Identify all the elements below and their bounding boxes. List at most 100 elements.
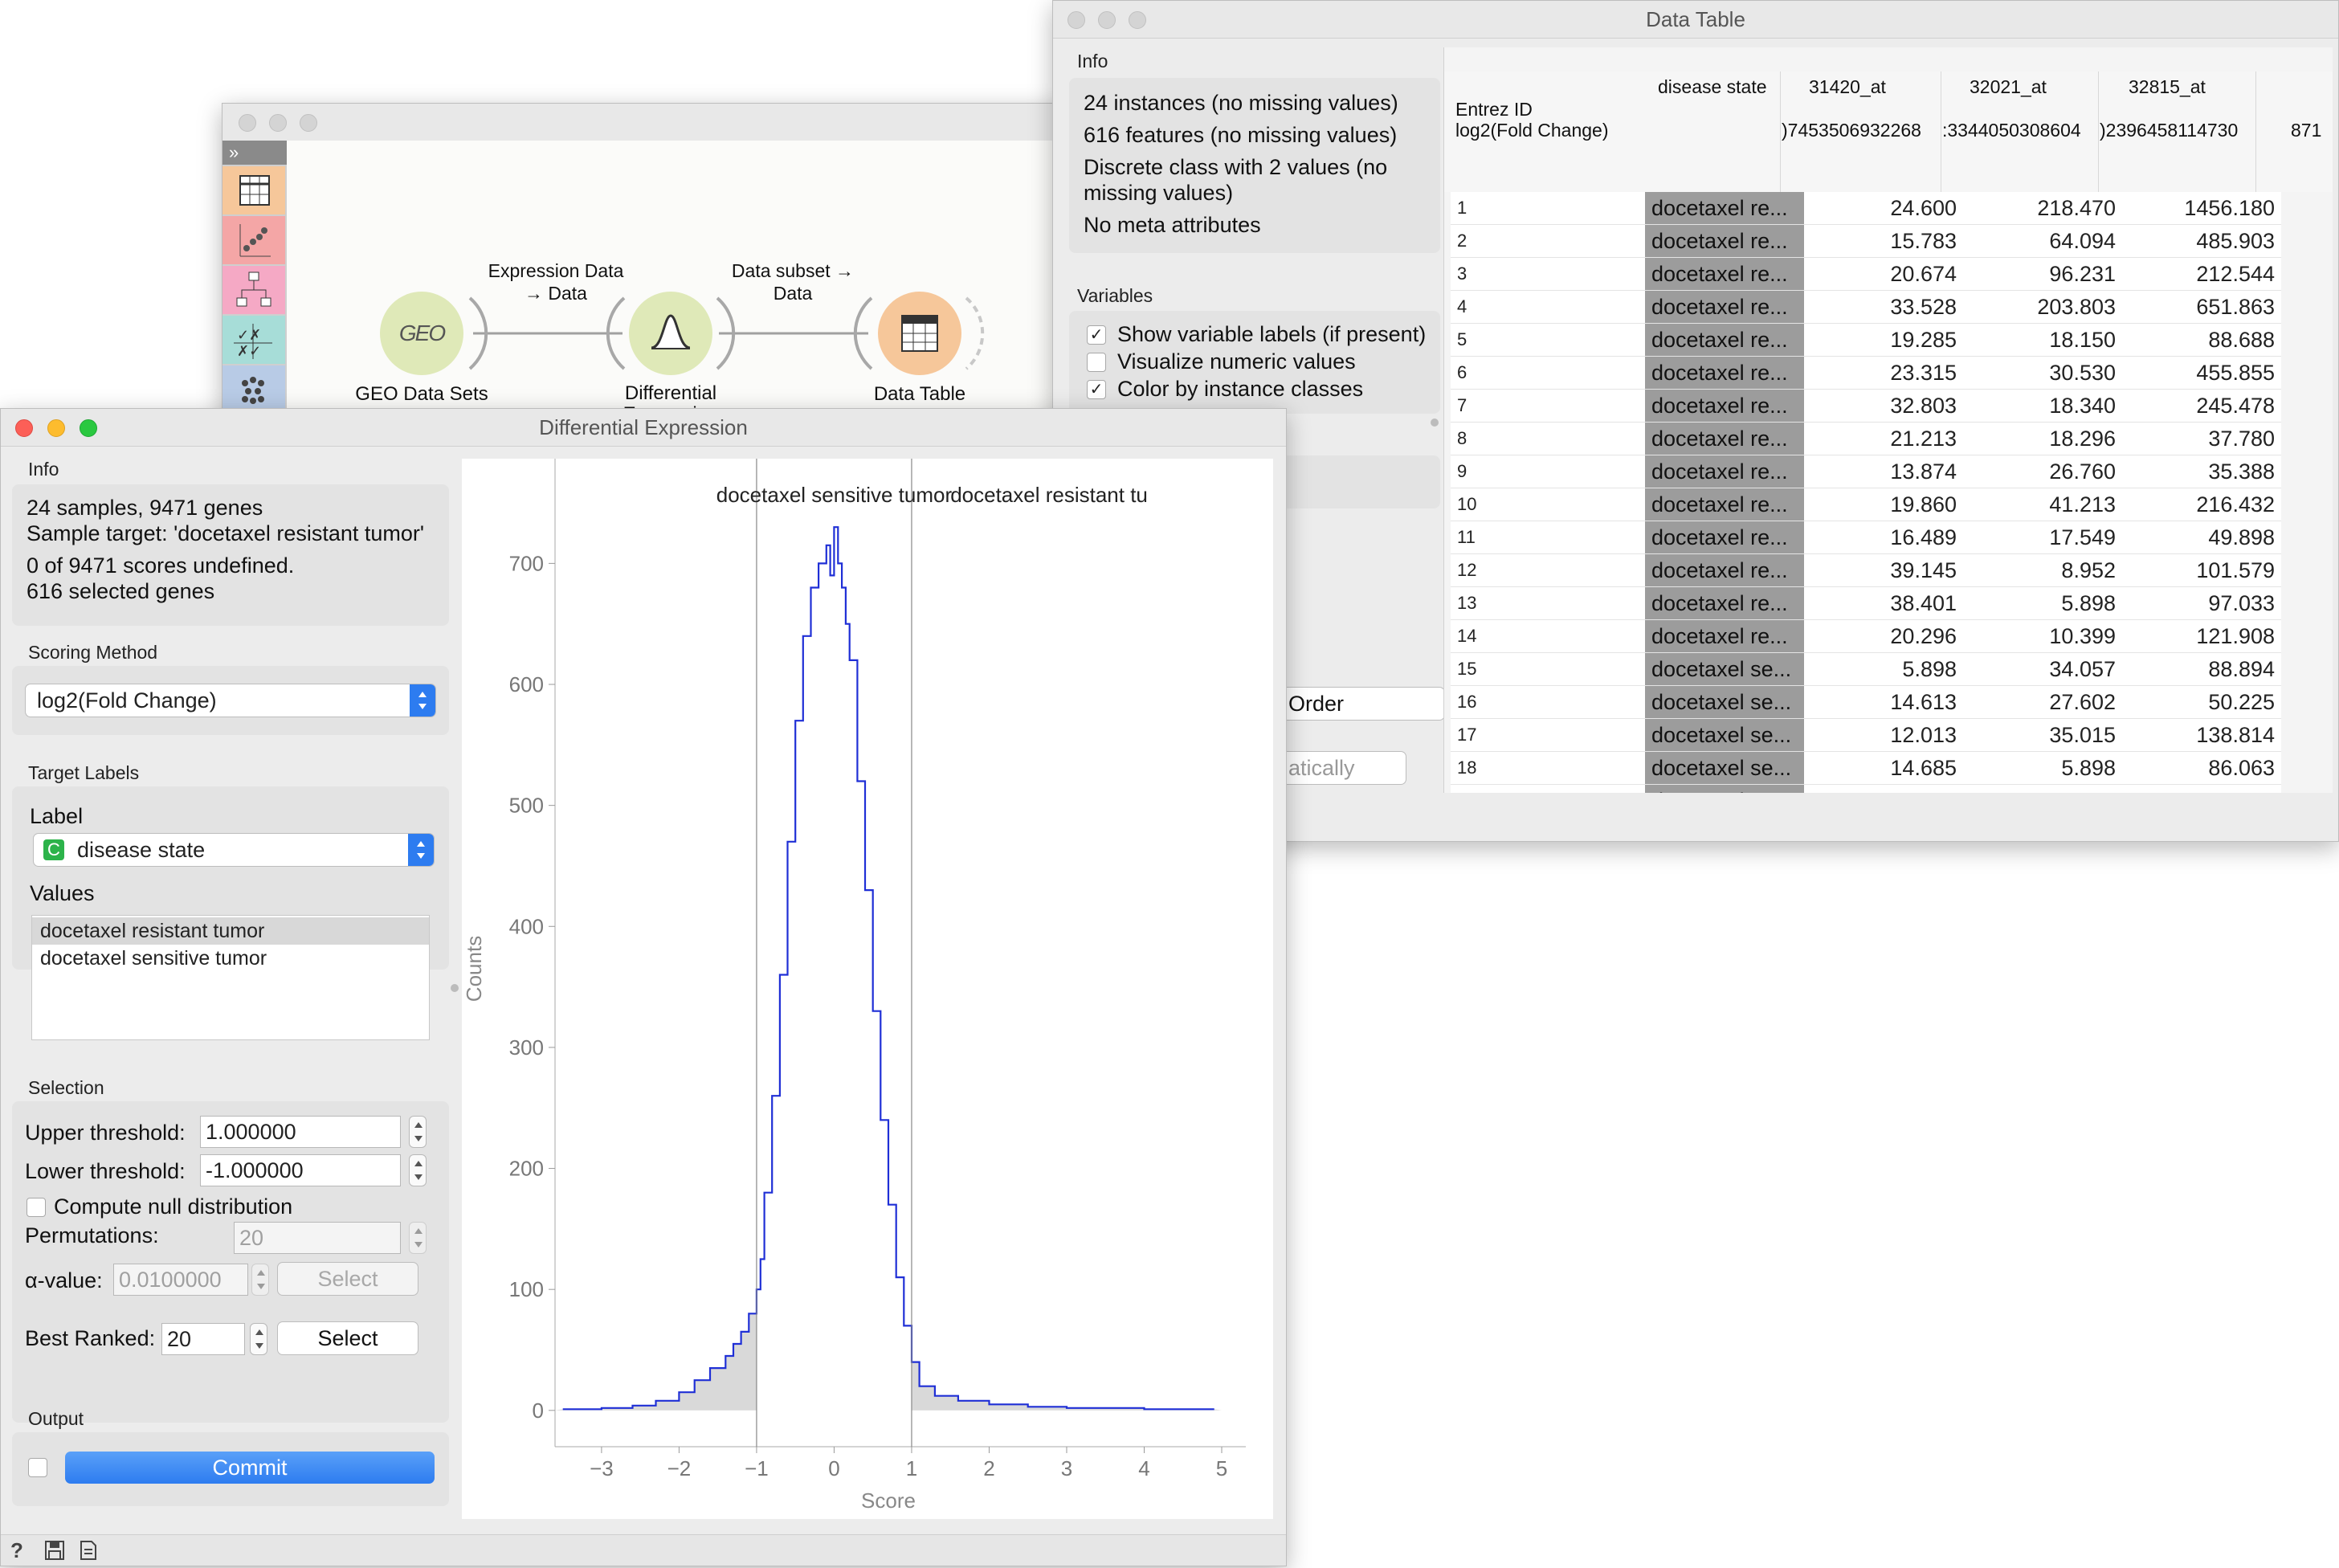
alpha-select-button[interactable]: Select xyxy=(277,1262,418,1296)
row-number[interactable]: 2 xyxy=(1451,224,1645,258)
row-number[interactable]: 15 xyxy=(1451,652,1645,686)
save-icon[interactable] xyxy=(44,1540,65,1561)
table-row[interactable]: 18 docetaxel se... 14.685 5.898 86.063 xyxy=(1451,751,2281,785)
value-cell[interactable]: 8.952 xyxy=(1963,553,2122,587)
value-cell[interactable]: 20.674 xyxy=(1804,257,1963,291)
value-cell[interactable]: 96.231 xyxy=(1963,257,2122,291)
lower-threshold-stepper[interactable] xyxy=(409,1154,427,1186)
row-number[interactable]: 3 xyxy=(1451,257,1645,291)
value-cell[interactable]: 5.898 xyxy=(1963,751,2122,785)
row-number[interactable]: 17 xyxy=(1451,718,1645,752)
table-row[interactable]: 10 docetaxel re... 19.860 41.213 216.432 xyxy=(1451,488,2281,521)
header-column-2[interactable]: 32021_at xyxy=(1970,76,2047,98)
value-cell[interactable]: 13.874 xyxy=(1804,455,1963,488)
upper-threshold-input[interactable]: 1.000000 xyxy=(200,1116,401,1148)
commit-button[interactable]: Commit xyxy=(65,1452,435,1484)
class-cell[interactable]: docetaxel se... xyxy=(1645,718,1804,752)
row-number[interactable]: 14 xyxy=(1451,619,1645,653)
value-cell[interactable]: 101.579 xyxy=(2122,553,2281,587)
value-cell[interactable]: 203.803 xyxy=(1963,290,2122,324)
value-cell[interactable]: 5.898 xyxy=(1804,652,1963,686)
class-cell[interactable]: docetaxel re... xyxy=(1645,422,1804,455)
value-cell[interactable]: 20.296 xyxy=(1804,619,1963,653)
value-cell[interactable]: 38.401 xyxy=(1804,586,1963,620)
table-row[interactable]: 8 docetaxel re... 21.213 18.296 37.780 xyxy=(1451,422,2281,455)
score-histogram[interactable]: 0 100 200 300 400 500 600 700 −3 −2 −1 0 1 2 3 4 5 Score C… xyxy=(462,459,1273,1519)
row-number[interactable]: 18 xyxy=(1451,751,1645,785)
value-cell[interactable]: 5.898 xyxy=(1963,586,2122,620)
table-row[interactable]: 15 docetaxel se... 5.898 34.057 88.894 xyxy=(1451,652,2281,686)
value-cell[interactable]: 651.863 xyxy=(2122,290,2281,324)
value-cell[interactable]: 41.213 xyxy=(1963,488,2122,521)
report-icon[interactable] xyxy=(78,1540,99,1561)
value-cell[interactable]: 216.432 xyxy=(2122,488,2281,521)
row-number[interactable]: 11 xyxy=(1451,521,1645,554)
value-cell[interactable]: 14.685 xyxy=(1804,751,1963,785)
value-cell[interactable]: 18.340 xyxy=(1963,389,2122,423)
value-cell[interactable]: 50.225 xyxy=(2122,685,2281,719)
class-cell[interactable]: docetaxel se... xyxy=(1645,685,1804,719)
value-cell[interactable]: 18.296 xyxy=(1963,422,2122,455)
table-row[interactable]: 12 docetaxel re... 39.145 8.952 101.579 xyxy=(1451,553,2281,587)
value-cell[interactable]: 31.793 xyxy=(1963,784,2122,793)
value-cell[interactable]: 88.894 xyxy=(2122,652,2281,686)
compute-null-checkbox[interactable] xyxy=(27,1198,46,1217)
data-table-body[interactable]: 1 docetaxel re... 24.600 218.470 1456.180 2 do… xyxy=(1451,192,2281,793)
value-cell[interactable]: 12.013 xyxy=(1804,718,1963,752)
table-row[interactable]: 7 docetaxel re... 32.803 18.340 245.478 xyxy=(1451,389,2281,423)
show-labels-checkbox[interactable]: ✓ xyxy=(1087,325,1106,345)
best-ranked-stepper[interactable] xyxy=(250,1323,267,1355)
value-item[interactable]: docetaxel resistant tumor xyxy=(32,917,429,945)
value-cell[interactable]: 21.213 xyxy=(1804,422,1963,455)
row-number[interactable]: 1 xyxy=(1451,192,1645,225)
color-by-class-checkbox[interactable]: ✓ xyxy=(1087,380,1106,399)
row-number[interactable]: 6 xyxy=(1451,356,1645,390)
value-cell[interactable]: 455.855 xyxy=(2122,356,2281,390)
row-number[interactable]: 4 xyxy=(1451,290,1645,324)
data-table-view[interactable]: disease state Entrez ID log2(Fold Change… xyxy=(1443,47,2333,793)
row-number[interactable]: 7 xyxy=(1451,389,1645,423)
alpha-stepper[interactable] xyxy=(251,1264,269,1296)
value-cell[interactable]: 16.489 xyxy=(1804,521,1963,554)
header-column-1[interactable]: 31420_at xyxy=(1809,76,1886,98)
class-cell[interactable]: docetaxel re... xyxy=(1645,224,1804,258)
value-cell[interactable]: 9.627 xyxy=(1804,784,1963,793)
class-cell[interactable]: docetaxel re... xyxy=(1645,323,1804,357)
permutations-stepper[interactable] xyxy=(409,1222,427,1254)
value-cell[interactable]: 212.544 xyxy=(2122,257,2281,291)
class-cell[interactable]: docetaxel re... xyxy=(1645,619,1804,653)
row-number[interactable]: 8 xyxy=(1451,422,1645,455)
differential-expression-widget[interactable] xyxy=(629,292,712,375)
value-cell[interactable]: 19.860 xyxy=(1804,488,1963,521)
best-ranked-input[interactable]: 20 xyxy=(161,1323,245,1355)
value-cell[interactable]: 30.530 xyxy=(1963,356,2122,390)
value-cell[interactable]: 86.063 xyxy=(2122,751,2281,785)
toolbox-collapse-icon[interactable]: » xyxy=(222,141,292,165)
value-cell[interactable]: 32.803 xyxy=(1804,389,1963,423)
dt-splitter-handle[interactable] xyxy=(1431,419,1439,427)
class-cell[interactable]: docetaxel se... xyxy=(1645,652,1804,686)
scoring-method-select[interactable]: log2(Fold Change) xyxy=(25,684,436,717)
value-cell[interactable]: 64.094 xyxy=(1963,224,2122,258)
value-cell[interactable]: 17.549 xyxy=(1963,521,2122,554)
send-automatically-button[interactable]: atically xyxy=(1278,751,1406,785)
table-row[interactable]: 6 docetaxel re... 23.315 30.530 455.855 xyxy=(1451,356,2281,390)
close-button[interactable] xyxy=(239,114,256,132)
table-row[interactable]: 9 docetaxel re... 13.874 26.760 35.388 xyxy=(1451,455,2281,488)
visualize-category-icon[interactable] xyxy=(222,216,285,264)
evaluate-category-icon[interactable]: ✓✗ ✗✓ xyxy=(222,316,285,364)
de-splitter-handle[interactable] xyxy=(451,984,459,992)
table-row[interactable]: 16 docetaxel se... 14.613 27.602 50.225 xyxy=(1451,685,2281,719)
row-number[interactable]: 12 xyxy=(1451,553,1645,587)
data-table-widget[interactable] xyxy=(878,292,961,375)
value-item[interactable]: docetaxel sensitive tumor xyxy=(32,945,429,972)
best-ranked-select-button[interactable]: Select xyxy=(277,1321,418,1355)
value-cell[interactable]: 19.285 xyxy=(1804,323,1963,357)
value-cell[interactable]: 35.015 xyxy=(1963,718,2122,752)
value-cell[interactable]: 97.033 xyxy=(2122,586,2281,620)
row-number[interactable]: 19 xyxy=(1451,784,1645,793)
table-row[interactable]: 13 docetaxel re... 38.401 5.898 97.033 xyxy=(1451,586,2281,620)
data-category-icon[interactable] xyxy=(222,166,285,214)
zoom-button[interactable] xyxy=(300,114,317,132)
value-cell[interactable]: 10.399 xyxy=(1963,619,2122,653)
